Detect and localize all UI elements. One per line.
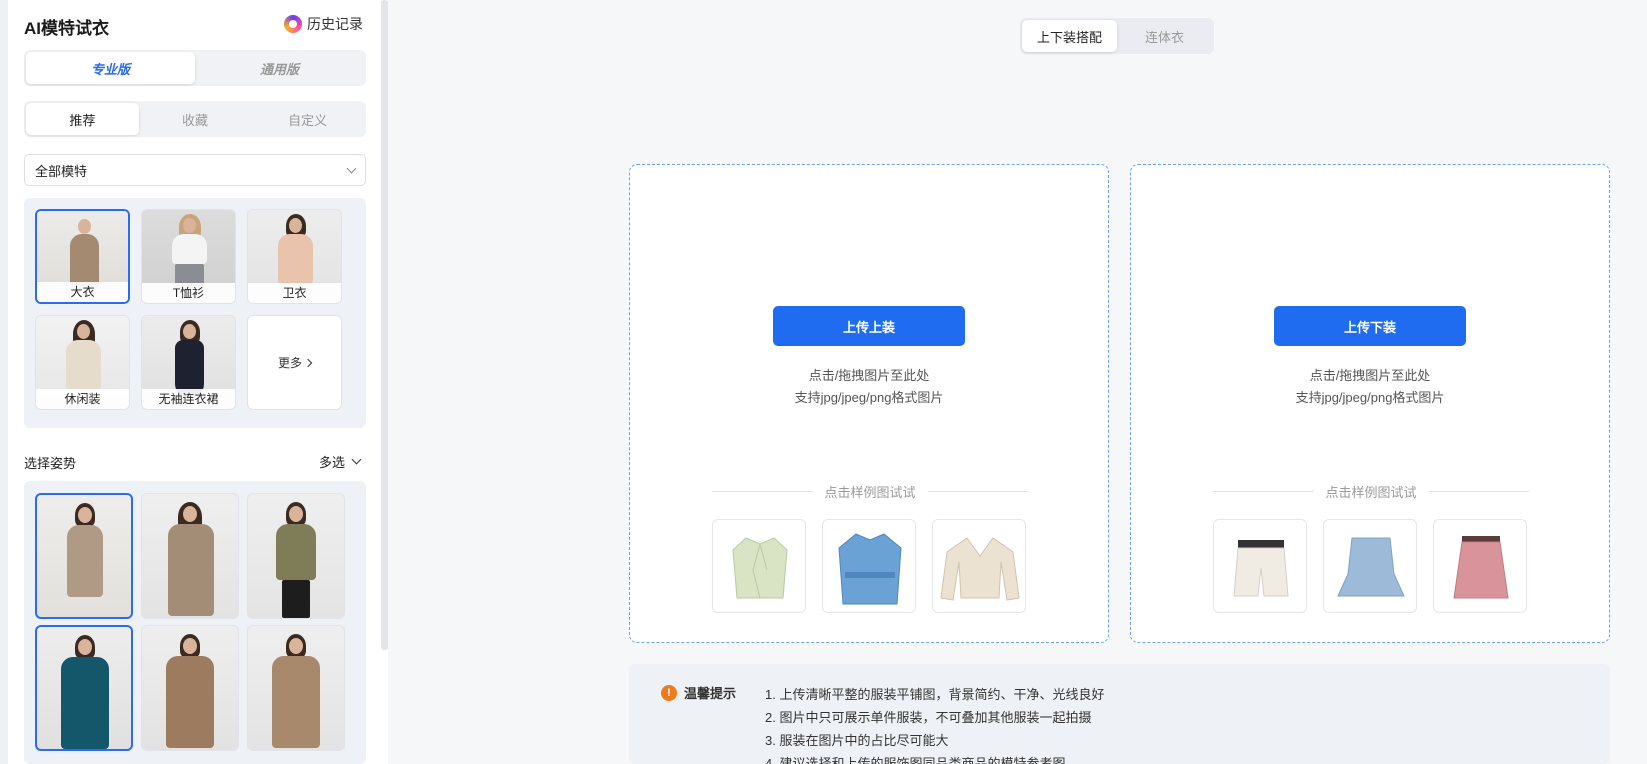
sample-label: 点击样例图试试 xyxy=(824,485,916,500)
history-label: 历史记录 xyxy=(307,16,363,32)
more-categories-button[interactable]: 更多 xyxy=(247,315,342,410)
bottom-upload-area[interactable]: 上传下装 点击/拖拽图片至此处 支持jpg/jpeg/png格式图片 点击样例图… xyxy=(1130,164,1610,643)
tip-item: 3. 服装在图片中的占比尽可能大 xyxy=(765,733,949,748)
upload-top-button[interactable]: 上传上装 xyxy=(773,306,965,346)
tip-item: 2. 图片中只可展示单件服装，不可叠加其他服装一起拍摄 xyxy=(765,710,1092,725)
upload-format-hint: 支持jpg/jpeg/png格式图片 xyxy=(794,390,944,405)
tab-recommended[interactable]: 推荐 xyxy=(26,103,139,135)
sample-blouse-cream[interactable] xyxy=(932,519,1026,613)
sample-divider: 点击样例图试试 xyxy=(1213,482,1530,501)
category-label: 大衣 xyxy=(37,282,128,302)
chevron-down-icon xyxy=(351,454,362,465)
left-panel: AI模特试衣 历史记录 专业版 通用版 推荐 收藏 自定义 全部模特 大衣 T恤… xyxy=(8,0,388,764)
sample-shorts-white[interactable] xyxy=(1213,519,1307,613)
upload-hint: 点击/拖拽图片至此处 xyxy=(808,368,930,383)
panel-scrollbar[interactable] xyxy=(381,0,388,650)
top-upload-area[interactable]: 上传上装 点击/拖拽图片至此处 支持jpg/jpeg/png格式图片 点击样例图… xyxy=(629,164,1109,643)
window-edge xyxy=(0,0,8,764)
pose-option[interactable] xyxy=(35,493,133,619)
panel-title: AI模特试衣 xyxy=(24,19,109,38)
model-source-tabs: 推荐 收藏 自定义 xyxy=(24,101,366,137)
sample-divider: 点击样例图试试 xyxy=(712,482,1029,501)
category-grid: 大衣 T恤衫 卫衣 休闲装 无袖连衣裙 更多 xyxy=(24,198,366,428)
upload-bottom-button[interactable]: 上传下装 xyxy=(1274,306,1466,346)
tab-top-bottom[interactable]: 上下装搭配 xyxy=(1022,20,1117,52)
history-icon xyxy=(284,15,302,33)
category-sleeveless-dress[interactable]: 无袖连衣裙 xyxy=(141,315,236,410)
category-coat[interactable]: 大衣 xyxy=(35,209,130,304)
category-hoodie[interactable]: 卫衣 xyxy=(247,209,342,304)
model-filter-value: 全部模特 xyxy=(35,163,88,179)
tab-custom[interactable]: 自定义 xyxy=(251,103,364,135)
tab-favorites[interactable]: 收藏 xyxy=(139,103,252,135)
category-label: 卫衣 xyxy=(248,283,341,303)
pose-grid xyxy=(24,481,366,764)
category-label: 无袖连衣裙 xyxy=(142,389,235,409)
category-label: 休闲装 xyxy=(36,389,129,409)
tips-title: ! 温馨提示 xyxy=(661,683,736,702)
model-filter-select[interactable]: 全部模特 xyxy=(24,154,366,186)
sample-skirt-denim[interactable] xyxy=(1323,519,1417,613)
tips-box: ! 温馨提示 1. 上传清晰平整的服装平铺图，背景简约、干净、光线良好 2. 图… xyxy=(629,664,1610,764)
category-tshirt[interactable]: T恤衫 xyxy=(141,209,236,304)
pose-section-label: 选择姿势 xyxy=(24,456,77,471)
sample-label: 点击样例图试试 xyxy=(1325,485,1417,500)
history-button[interactable]: 历史记录 xyxy=(284,14,363,34)
tab-professional[interactable]: 专业版 xyxy=(26,52,195,84)
category-label: T恤衫 xyxy=(142,283,235,303)
tab-general[interactable]: 通用版 xyxy=(195,52,364,84)
chevron-down-icon xyxy=(346,163,357,173)
version-tabs: 专业版 通用版 xyxy=(24,50,366,86)
multi-select-label: 多选 xyxy=(319,455,346,470)
pose-option[interactable] xyxy=(141,493,239,619)
pose-option[interactable] xyxy=(141,625,239,751)
tips-list: 1. 上传清晰平整的服装平铺图，背景简约、干净、光线良好 2. 图片中只可展示单… xyxy=(765,683,1104,764)
mode-tabs: 上下装搭配 连体衣 xyxy=(1020,18,1214,54)
pose-option[interactable] xyxy=(247,625,345,751)
tips-title-text: 温馨提示 xyxy=(684,686,737,701)
sample-jacket-blue[interactable] xyxy=(822,519,916,613)
tip-item: 4. 建议选择和上传的服饰图同品类商品的模特参考图 xyxy=(765,756,1066,764)
tip-item: 1. 上传清晰平整的服装平铺图，背景简约、干净、光线良好 xyxy=(765,687,1105,702)
category-casual[interactable]: 休闲装 xyxy=(35,315,130,410)
pose-option[interactable] xyxy=(247,493,345,619)
tab-jumpsuit[interactable]: 连体衣 xyxy=(1117,20,1212,52)
upload-hint: 点击/拖拽图片至此处 xyxy=(1309,368,1431,383)
chevron-right-icon xyxy=(303,358,313,367)
sample-blazer-green[interactable] xyxy=(712,519,806,613)
sample-skirt-pink[interactable] xyxy=(1433,519,1527,613)
warning-icon: ! xyxy=(661,684,677,701)
multi-select-toggle[interactable]: 多选 xyxy=(319,452,362,471)
upload-format-hint: 支持jpg/jpeg/png格式图片 xyxy=(1295,390,1445,405)
more-label: 更多 xyxy=(277,356,302,370)
pose-option[interactable] xyxy=(35,625,133,751)
